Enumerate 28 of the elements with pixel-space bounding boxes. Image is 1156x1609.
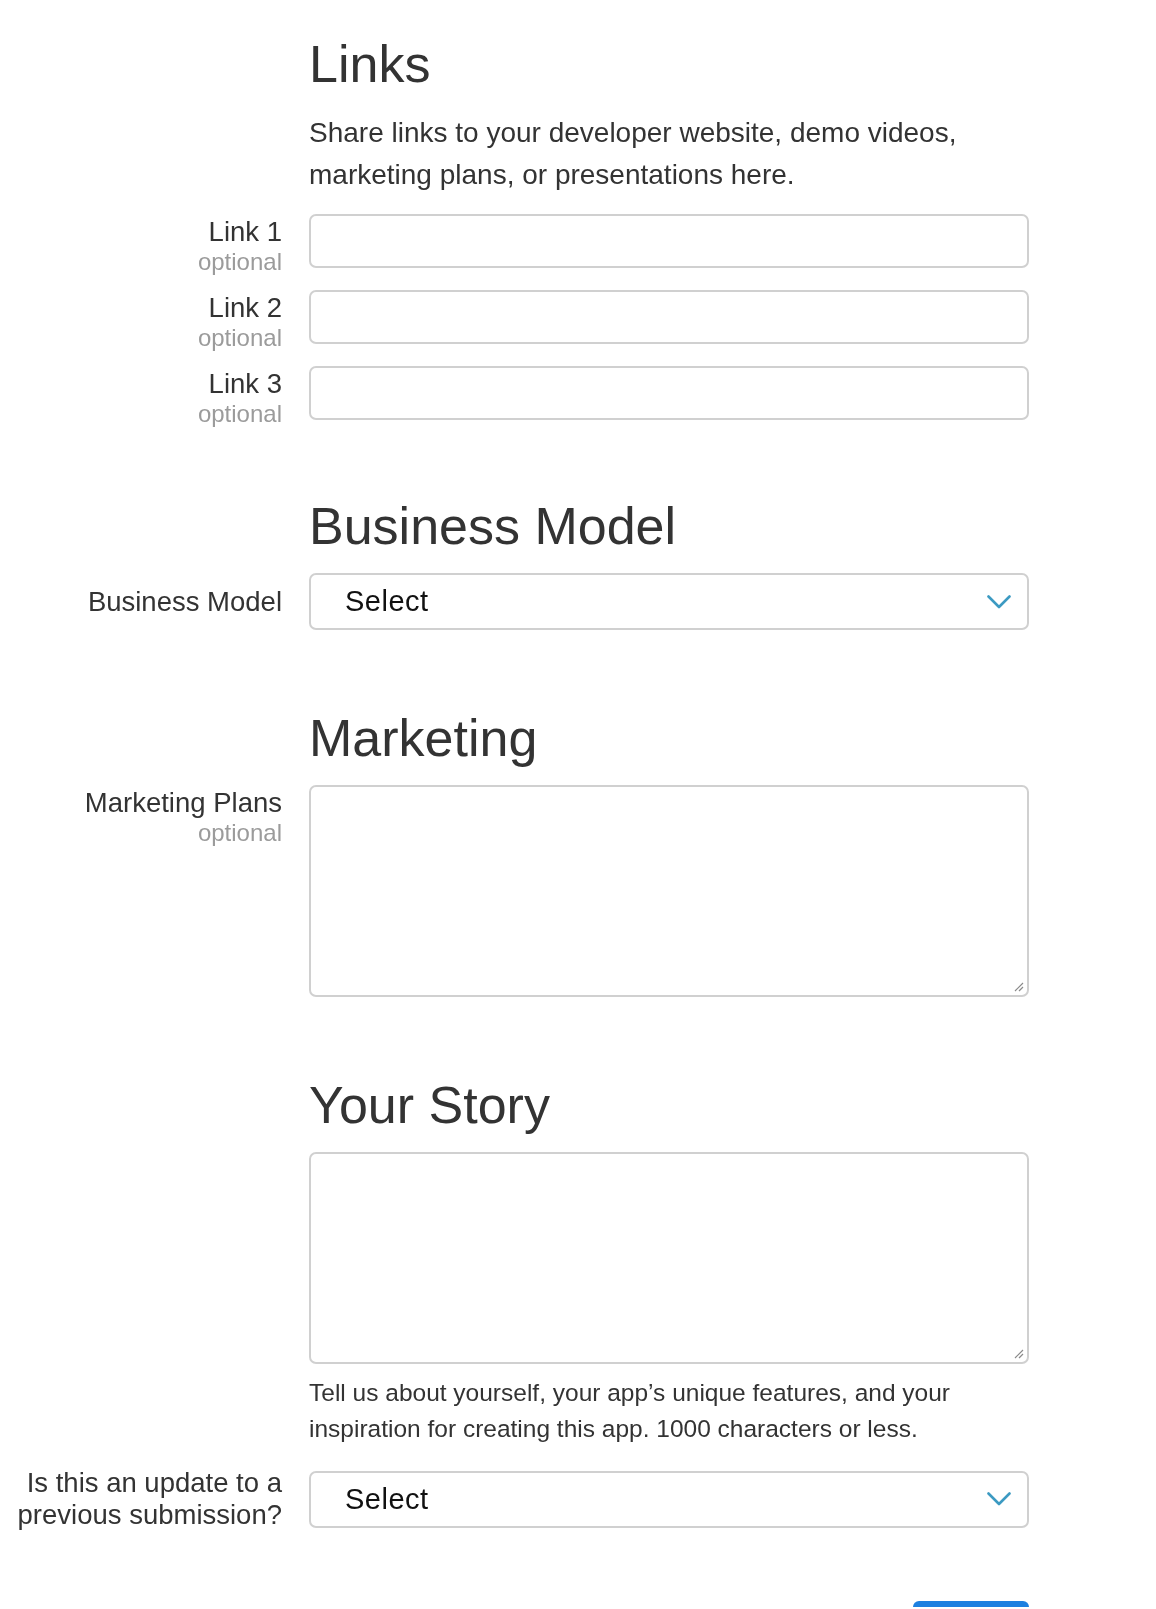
optional-note: optional xyxy=(197,820,282,846)
text-input[interactable] xyxy=(309,290,1029,344)
text-area[interactable] xyxy=(309,785,1029,997)
resize-handle-icon[interactable] xyxy=(1014,1349,1024,1359)
field-label: Business Model xyxy=(87,585,282,618)
section-heading: Business Model xyxy=(309,496,678,557)
field-label: Link 2 xyxy=(208,291,282,325)
resize-handle-icon[interactable] xyxy=(1014,982,1024,992)
field-label: Link 3 xyxy=(208,367,282,401)
text-input[interactable] xyxy=(309,366,1029,420)
field-label: Link 1 xyxy=(208,215,282,249)
field-label: Marketing Plans xyxy=(84,786,282,820)
dropdown[interactable]: Select xyxy=(309,1470,1029,1528)
description-text: Share links to your developer website, demo videos, marketing plans, or presentations here. xyxy=(309,116,958,192)
section-heading: Links xyxy=(309,34,432,95)
button[interactable] xyxy=(913,1601,1029,1607)
section-heading: Marketing xyxy=(309,708,539,769)
help-text: Tell us about yourself, your app’s unique features, and your inspiration for creating this app. 1000 characters or less. xyxy=(309,1378,952,1444)
text-area[interactable] xyxy=(309,1152,1029,1364)
field-label: Is this an update to a previous submission? xyxy=(16,1467,282,1531)
chevron-down-icon xyxy=(987,594,1011,609)
dropdown[interactable]: Select xyxy=(309,573,1029,630)
optional-note: optional xyxy=(197,325,282,351)
text-input[interactable] xyxy=(309,214,1029,268)
chevron-down-icon xyxy=(987,1492,1011,1506)
section-heading: Your Story xyxy=(309,1075,551,1136)
optional-note: optional xyxy=(197,249,282,275)
optional-note: optional xyxy=(197,401,282,427)
